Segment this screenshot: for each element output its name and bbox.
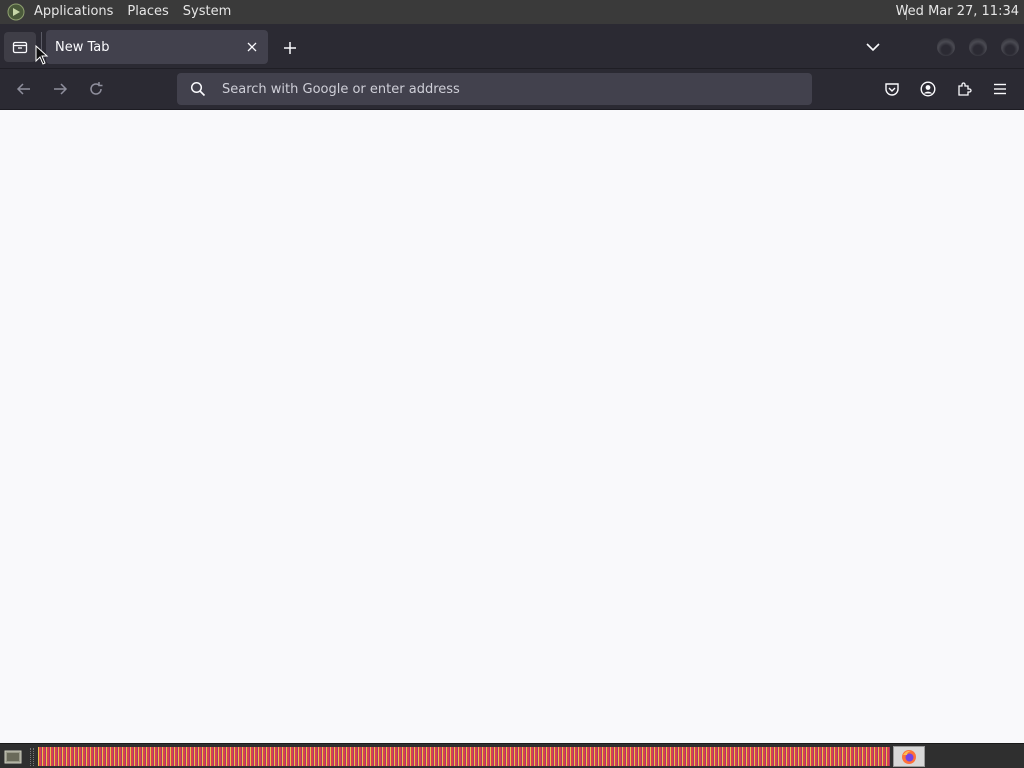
account-button[interactable] xyxy=(914,75,942,103)
firefox-icon xyxy=(902,749,916,764)
forward-button[interactable] xyxy=(46,75,74,103)
back-button[interactable] xyxy=(10,75,38,103)
extensions-button[interactable] xyxy=(950,75,978,103)
tab-strip: New Tab xyxy=(0,24,1024,68)
new-tab-button[interactable] xyxy=(276,34,304,62)
reload-icon xyxy=(90,82,103,95)
back-arrow-icon xyxy=(16,83,30,95)
app-menu-button[interactable] xyxy=(986,75,1014,103)
extensions-icon xyxy=(958,82,972,96)
taskbar-firefox-button[interactable] xyxy=(893,746,925,767)
window-minimize-button[interactable] xyxy=(937,38,955,56)
url-bar[interactable] xyxy=(177,73,812,105)
search-icon xyxy=(190,81,206,97)
show-desktop-button[interactable] xyxy=(2,748,24,766)
reload-button[interactable] xyxy=(82,75,110,103)
top-panel: Applications Places System Wed Mar 27, 1… xyxy=(0,0,1024,24)
url-input[interactable] xyxy=(222,81,782,97)
close-icon xyxy=(247,42,257,52)
list-all-tabs-icon xyxy=(12,41,28,54)
menu-places[interactable]: Places xyxy=(127,0,168,24)
window-list[interactable] xyxy=(38,747,890,766)
pocket-button[interactable] xyxy=(878,75,906,103)
bottom-panel xyxy=(0,743,1024,768)
tab-close-button[interactable] xyxy=(240,35,264,59)
tab-label: New Tab xyxy=(55,39,110,55)
menu-applications[interactable]: Applications xyxy=(34,0,113,24)
menu-system[interactable]: System xyxy=(183,0,231,24)
desktop-icon xyxy=(4,750,22,764)
gnome-foot-icon[interactable] xyxy=(6,2,26,22)
page-content[interactable] xyxy=(0,110,1024,743)
tab-new-tab[interactable]: New Tab xyxy=(46,30,268,64)
hamburger-menu-icon xyxy=(994,83,1006,95)
chevron-down-icon xyxy=(866,43,880,52)
window-maximize-button[interactable] xyxy=(969,38,987,56)
window-close-button[interactable] xyxy=(1001,38,1019,56)
pocket-icon xyxy=(885,83,899,96)
panel-handle[interactable] xyxy=(30,748,34,766)
tab-separator xyxy=(41,32,42,62)
plus-icon xyxy=(284,42,296,54)
nav-bar xyxy=(0,68,1024,110)
tab-overflow-button[interactable] xyxy=(860,34,886,60)
panel-clock[interactable]: Wed Mar 27, 11:34 xyxy=(896,0,1019,24)
forward-arrow-icon xyxy=(54,83,68,95)
account-icon xyxy=(920,81,936,97)
list-all-tabs-button[interactable] xyxy=(4,32,36,62)
